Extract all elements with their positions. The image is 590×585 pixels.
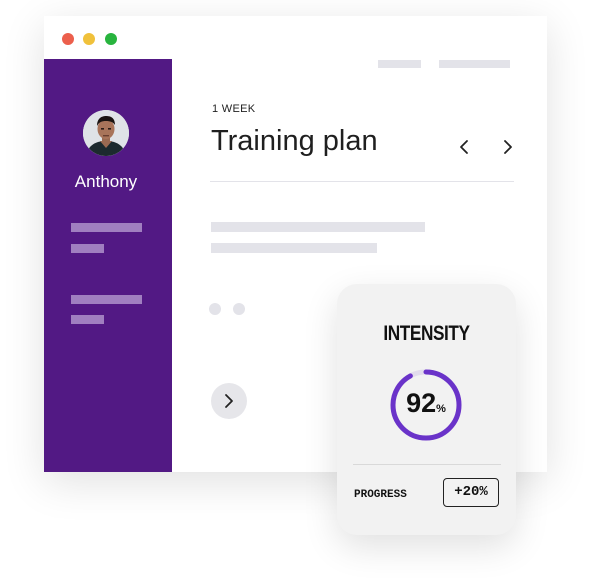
progress-badge: +20% <box>443 478 499 507</box>
maximize-window-button[interactable] <box>105 33 117 45</box>
chevron-right-icon <box>504 140 512 154</box>
sidebar-item-placeholder[interactable] <box>71 295 142 304</box>
forward-button[interactable] <box>211 383 247 419</box>
page-title: Training plan <box>211 125 378 157</box>
sidebar-item-placeholder[interactable] <box>71 223 142 232</box>
sidebar-item-placeholder[interactable] <box>71 244 104 253</box>
user-name: Anthony <box>74 172 138 191</box>
card-title: INTENSITY <box>383 322 470 345</box>
avatar[interactable] <box>83 110 129 156</box>
period-label: 1 WEEK <box>212 103 256 115</box>
intensity-number: 92 <box>406 388 437 418</box>
text-placeholder <box>211 222 425 232</box>
pagination-dot[interactable] <box>209 303 221 315</box>
card-divider <box>353 464 501 465</box>
intensity-value: 92% <box>389 388 463 419</box>
chevron-right-icon <box>225 394 233 408</box>
chevron-left-icon <box>460 140 468 154</box>
title-bar <box>44 16 547 59</box>
next-button[interactable] <box>498 138 516 156</box>
previous-button[interactable] <box>456 138 474 156</box>
progress-label: PROGRESS <box>354 489 407 501</box>
intensity-unit: % <box>436 403 446 415</box>
close-window-button[interactable] <box>62 33 74 45</box>
top-nav-item-placeholder[interactable] <box>378 60 421 68</box>
minimize-window-button[interactable] <box>83 33 95 45</box>
pagination-dot[interactable] <box>233 303 245 315</box>
intensity-card: INTENSITY 92% PROGRESS +20% <box>337 284 516 535</box>
text-placeholder <box>211 243 377 253</box>
top-nav-item-placeholder[interactable] <box>439 60 510 68</box>
sidebar: Anthony <box>44 59 172 472</box>
header-divider <box>210 181 514 182</box>
sidebar-item-placeholder[interactable] <box>71 315 104 324</box>
user-avatar-photo <box>83 110 129 156</box>
